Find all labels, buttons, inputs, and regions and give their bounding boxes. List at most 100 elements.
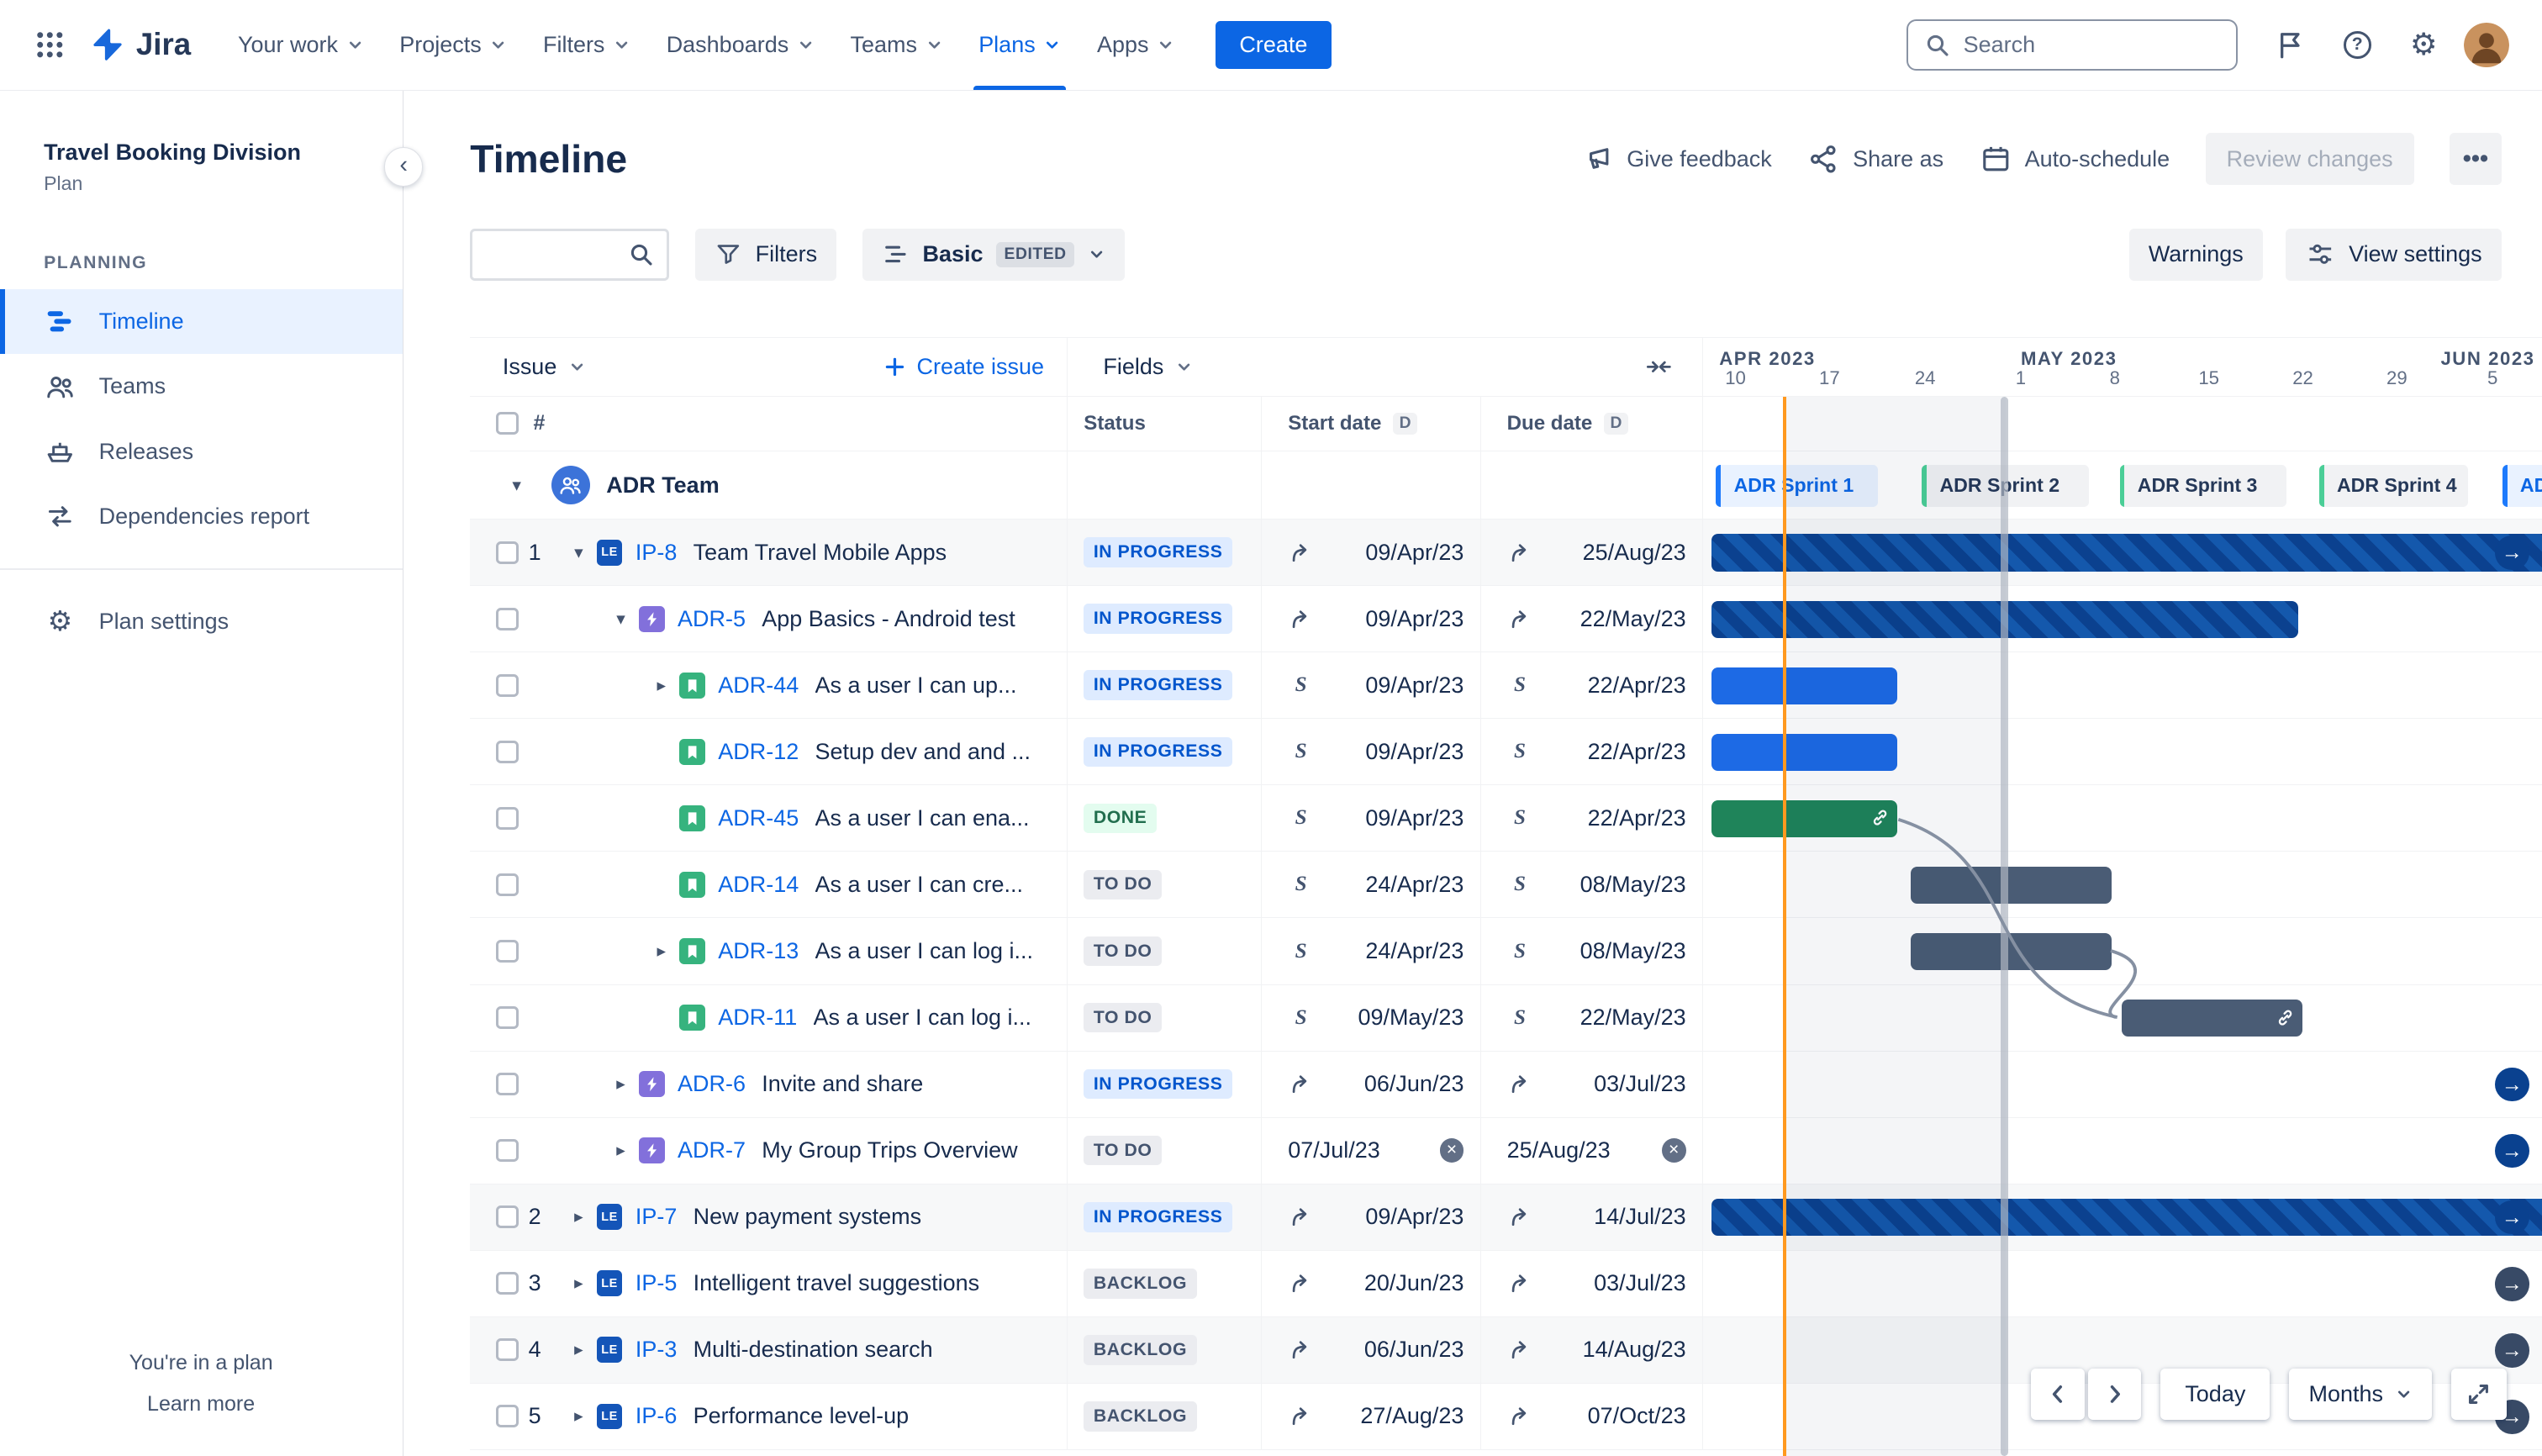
due-date-column-label[interactable]: Due date (1507, 412, 1593, 435)
table-row[interactable]: ▸ ADR-13 As a user I can log i... TO DO … (470, 918, 2542, 985)
review-changes-button[interactable]: Review changes (2205, 133, 2414, 185)
view-settings-button[interactable]: View settings (2285, 228, 2502, 281)
offscreen-bar-arrow-icon[interactable]: → (2495, 1267, 2529, 1301)
scroll-right-icon[interactable] (2087, 1368, 2142, 1421)
fullscreen-icon[interactable] (2451, 1368, 2507, 1421)
expand-chevron-icon[interactable]: ▾ (564, 542, 593, 563)
gantt-bar[interactable] (1711, 1199, 2542, 1237)
gantt-row-cell[interactable] (1701, 719, 2542, 785)
sidebar-collapse-icon[interactable]: ‹ (384, 147, 424, 187)
start-date-cell[interactable]: 27/Aug/23 (1261, 1383, 1479, 1449)
issue-key-link[interactable]: ADR-6 (678, 1071, 746, 1097)
issue-key-link[interactable]: IP-6 (636, 1403, 678, 1429)
start-date-cell[interactable]: 06/Jun/23 (1261, 1051, 1479, 1117)
status-badge[interactable]: BACKLOG (1084, 1335, 1197, 1365)
settings-gear-icon[interactable]: ⚙ (2397, 19, 2450, 71)
row-checkbox[interactable] (496, 940, 519, 963)
issue-key-link[interactable]: ADR-11 (718, 1005, 797, 1031)
clear-date-icon[interactable]: × (1661, 1138, 1686, 1163)
status-badge[interactable]: IN PROGRESS (1084, 670, 1233, 701)
due-date-cell[interactable]: 14/Jul/23 (1479, 1184, 1702, 1250)
zoom-level-select[interactable]: Months (2289, 1368, 2432, 1421)
gantt-bar[interactable] (1711, 733, 1898, 771)
row-checkbox[interactable] (496, 1073, 519, 1096)
status-badge[interactable]: TO DO (1084, 1135, 1163, 1166)
issue-summary[interactable]: Performance level-up (694, 1403, 922, 1429)
gantt-row-cell[interactable]: → (1701, 520, 2542, 586)
row-checkbox[interactable] (496, 1006, 519, 1030)
issue-key-link[interactable]: ADR-14 (718, 872, 799, 898)
gantt-row-cell[interactable] (1701, 652, 2542, 719)
status-badge[interactable]: TO DO (1084, 869, 1163, 900)
dependency-link-icon[interactable] (2276, 1008, 2295, 1027)
status-column-label[interactable]: Status (1084, 412, 1146, 435)
scroll-left-icon[interactable] (2031, 1368, 2085, 1421)
team-group-row[interactable]: ▾ ADR Team ADR Sprint 1 ADR Sprint 2 ADR S… (470, 451, 2542, 520)
gantt-row-cell[interactable]: → (1701, 1117, 2542, 1184)
status-badge[interactable]: IN PROGRESS (1084, 604, 1233, 634)
topnav-item-dashboards[interactable]: Dashboards (648, 0, 832, 90)
topnav-item-your-work[interactable]: Your work (220, 0, 382, 90)
start-date-cell[interactable]: 06/Jun/23 (1261, 1316, 1479, 1383)
app-switcher-icon[interactable] (23, 18, 78, 73)
due-date-cell[interactable]: S 22/Apr/23 (1479, 785, 1702, 852)
issue-key-link[interactable]: ADR-44 (718, 673, 799, 699)
issue-key-link[interactable]: IP-5 (636, 1270, 678, 1296)
row-checkbox[interactable] (496, 1405, 519, 1428)
gantt-row-cell[interactable]: → (1701, 1250, 2542, 1316)
expand-chevron-icon[interactable]: ▸ (564, 1206, 593, 1227)
start-date-cell[interactable]: S 24/Apr/23 (1261, 918, 1479, 984)
offscreen-bar-arrow-icon[interactable]: → (2495, 1333, 2529, 1368)
issue-key-link[interactable]: IP-8 (636, 540, 678, 566)
expand-chevron-icon[interactable]: ▸ (606, 1074, 636, 1095)
start-date-cell[interactable]: S 09/Apr/23 (1261, 719, 1479, 785)
give-feedback-button[interactable]: Give feedback (1581, 143, 1772, 176)
row-checkbox[interactable] (496, 1205, 519, 1229)
start-date-cell[interactable]: S 09/Apr/23 (1261, 652, 1479, 719)
filters-button[interactable]: Filters (695, 228, 837, 281)
sprint-chip[interactable]: ADR Sprint 2 (1922, 464, 2089, 507)
issue-key-link[interactable]: ADR-7 (678, 1137, 746, 1163)
issue-summary[interactable]: As a user I can up... (815, 673, 1030, 699)
help-icon[interactable]: ? (2331, 19, 2383, 71)
gantt-row-cell[interactable] (1701, 918, 2542, 984)
table-row[interactable]: ADR-12 Setup dev and and ... IN PROGRESS… (470, 719, 2542, 786)
issue-key-link[interactable]: ADR-45 (718, 805, 799, 831)
issue-key-link[interactable]: ADR-12 (718, 739, 799, 765)
topnav-item-plans[interactable]: Plans (961, 0, 1079, 91)
row-checkbox[interactable] (496, 1139, 519, 1163)
due-date-cell[interactable]: 14/Aug/23 (1479, 1316, 1702, 1383)
issue-summary[interactable]: App Basics - Android test (762, 606, 1028, 632)
sidebar-item-releases[interactable]: Releases (0, 419, 403, 484)
expand-chevron-icon[interactable]: ▸ (646, 675, 676, 696)
warnings-button[interactable]: Warnings (2128, 228, 2263, 281)
clear-date-icon[interactable]: × (1439, 1138, 1464, 1163)
collapse-columns-icon[interactable] (1644, 352, 1674, 382)
table-row[interactable]: ▾ ADR-5 App Basics - Android test IN PRO… (470, 586, 2542, 653)
start-date-cell[interactable]: S 09/May/23 (1261, 984, 1479, 1051)
table-row[interactable]: 2 ▸ LE IP-7 New payment systems IN PROGR… (470, 1184, 2542, 1251)
due-date-cell[interactable]: 22/May/23 (1479, 586, 1702, 652)
offscreen-bar-arrow-icon[interactable]: → (2495, 1200, 2529, 1235)
issue-summary[interactable]: As a user I can ena... (815, 805, 1042, 831)
table-row[interactable]: ADR-11 As a user I can log i... TO DO S … (470, 984, 2542, 1052)
gantt-row-cell[interactable] (1701, 852, 2542, 918)
issue-column-menu[interactable]: Issue (503, 354, 586, 380)
gantt-row-cell[interactable] (1701, 984, 2542, 1051)
expand-chevron-icon[interactable]: ▸ (564, 1339, 593, 1360)
issue-summary[interactable]: As a user I can cre... (815, 872, 1036, 898)
expand-chevron-icon[interactable]: ▸ (606, 1140, 636, 1161)
expand-chevron-icon[interactable]: ▸ (564, 1406, 593, 1427)
issue-summary[interactable]: My Group Trips Overview (762, 1137, 1031, 1163)
issue-summary[interactable]: Team Travel Mobile Apps (694, 540, 960, 566)
status-badge[interactable]: DONE (1084, 803, 1157, 834)
status-badge[interactable]: IN PROGRESS (1084, 736, 1233, 768)
table-row[interactable]: ▸ ADR-6 Invite and share IN PROGRESS 06/… (470, 1051, 2542, 1118)
offscreen-bar-arrow-icon[interactable]: → (2495, 1067, 2529, 1102)
timeline-search[interactable] (470, 228, 670, 281)
due-date-cell[interactable]: 03/Jul/23 (1479, 1051, 1702, 1117)
topnav-item-apps[interactable]: Apps (1079, 0, 1193, 90)
topnav-item-filters[interactable]: Filters (525, 0, 649, 90)
issue-key-link[interactable]: IP-7 (636, 1204, 678, 1230)
row-checkbox[interactable] (496, 740, 519, 763)
